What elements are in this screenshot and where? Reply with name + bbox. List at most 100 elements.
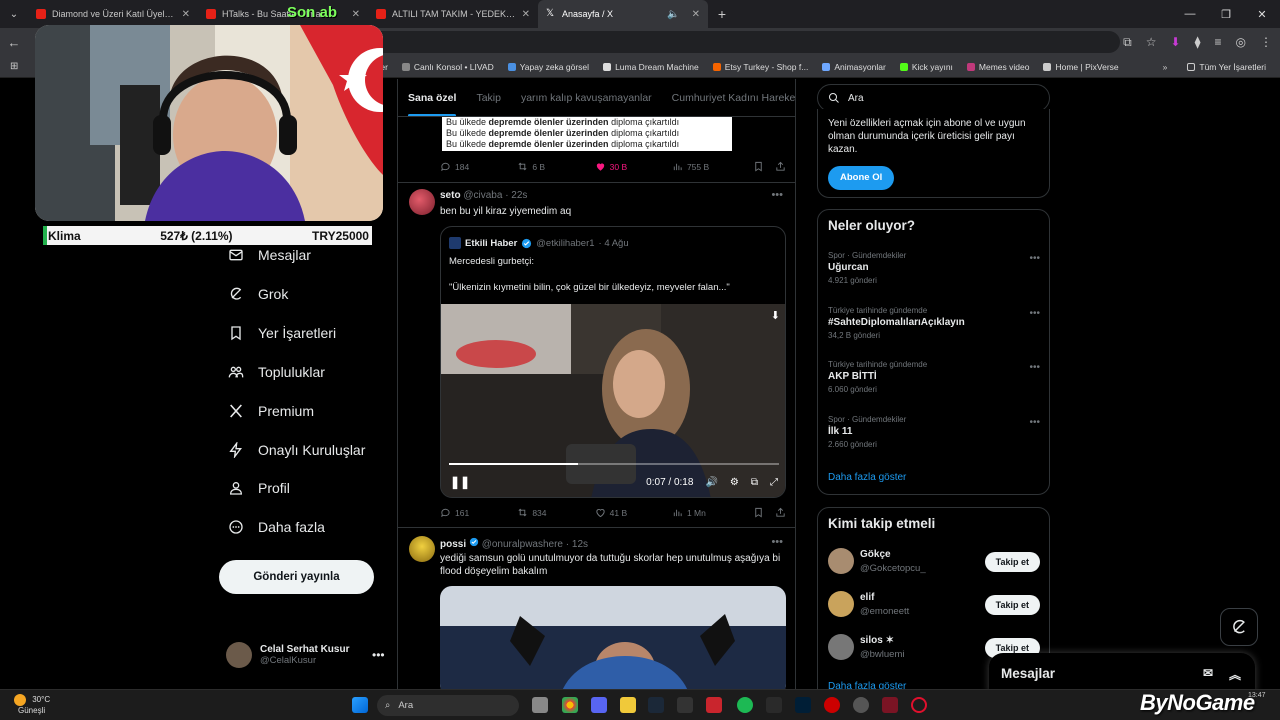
- more-dots-icon[interactable]: •••: [1029, 253, 1040, 264]
- subscribe-button[interactable]: Abone Ol: [828, 166, 895, 190]
- app-icon[interactable]: [706, 697, 722, 713]
- share-button[interactable]: [775, 161, 786, 172]
- sidebar-item-premium[interactable]: Premium: [228, 399, 314, 423]
- photoshop-icon[interactable]: [795, 697, 811, 713]
- spotify-icon[interactable]: [737, 697, 753, 713]
- tab-for-you[interactable]: Sana özel: [408, 92, 457, 116]
- post-time[interactable]: · 22s: [505, 190, 527, 201]
- app-icon[interactable]: [853, 697, 869, 713]
- tab-list-1[interactable]: yarım kalıp kavuşamayanlar: [521, 92, 652, 104]
- like-button[interactable]: 30 B: [595, 161, 672, 172]
- more-dots-icon[interactable]: •••: [1029, 362, 1040, 373]
- app-icon[interactable]: [677, 697, 693, 713]
- repost-button[interactable]: 6 B: [517, 161, 594, 172]
- author-name[interactable]: possi: [440, 539, 466, 550]
- grok-fab-button[interactable]: [1220, 608, 1258, 646]
- bookmark-item[interactable]: Canlı Konsol • LIVAD: [401, 62, 494, 72]
- close-tab-icon[interactable]: ✕: [692, 9, 700, 20]
- browser-tab-1[interactable]: Diamond ve Üzeri Katıl Üyelerine ✕: [28, 0, 198, 28]
- close-tab-icon[interactable]: ✕: [182, 9, 190, 20]
- chrome-icon[interactable]: [562, 697, 578, 713]
- search-input[interactable]: Ara: [817, 84, 1050, 112]
- all-bookmarks-folder[interactable]: Tüm Yer İşaretleri: [1187, 62, 1266, 72]
- follow-suggestion[interactable]: elif @emoneett Takip et: [828, 591, 1040, 619]
- video-player[interactable]: ⬇ ❚❚ 0:07 / 0:18 🔊 ⚙ ⧉ ⤢: [441, 304, 785, 497]
- menu-kebab-icon[interactable]: ⋮: [1260, 35, 1272, 49]
- mute-tab-icon[interactable]: 🔈: [667, 9, 679, 20]
- start-windows-icon[interactable]: [352, 697, 368, 713]
- taskbar-search-input[interactable]: ⌕ Ara: [377, 695, 519, 716]
- bookmark-item[interactable]: Memes video: [966, 62, 1029, 72]
- minimize-icon[interactable]: —: [1172, 0, 1208, 28]
- sidebar-item-grok[interactable]: Grok: [228, 282, 288, 306]
- app-icon[interactable]: [882, 697, 898, 713]
- extension-icon[interactable]: ⬇: [1171, 35, 1181, 49]
- account-switcher[interactable]: Celal Serhat Kusur @CelalKusur •••: [226, 642, 385, 668]
- steam-icon[interactable]: [648, 697, 664, 713]
- trend-item[interactable]: Türkiye tarihinde gündemde #SahteDiploma…: [828, 306, 1040, 340]
- more-dots-icon[interactable]: •••: [771, 536, 783, 548]
- fullscreen-icon[interactable]: ⤢: [770, 477, 778, 488]
- pip-icon[interactable]: ⧉: [751, 477, 758, 488]
- close-tab-icon[interactable]: ✕: [352, 9, 360, 20]
- maximize-icon[interactable]: ❐: [1208, 0, 1244, 28]
- new-message-icon[interactable]: ✉: [1203, 666, 1213, 680]
- pause-icon[interactable]: ❚❚: [450, 475, 470, 489]
- avatar[interactable]: [409, 536, 435, 562]
- settings-gear-icon[interactable]: ⚙: [730, 477, 739, 488]
- reply-button[interactable]: 184: [440, 161, 517, 172]
- views-button[interactable]: 755 B: [672, 161, 753, 172]
- new-tab-icon[interactable]: +: [708, 6, 736, 22]
- puzzle-icon[interactable]: ⧫: [1195, 35, 1201, 49]
- messages-drawer[interactable]: Mesajlar ✉ ︽: [989, 653, 1255, 689]
- sidebar-item-profile[interactable]: Profil: [228, 476, 290, 500]
- show-more-link[interactable]: Daha fazla göster: [828, 472, 906, 483]
- browser-tab-2[interactable]: HTalks - Bu Saatte Olmaz ✕: [198, 0, 368, 28]
- post-button[interactable]: Gönderi yayınla: [219, 560, 374, 594]
- author-handle[interactable]: @onuralpwashere: [482, 539, 563, 550]
- bookmark-item[interactable]: Home | PixVerse: [1043, 62, 1119, 72]
- trend-item[interactable]: Türkiye tarihinde gündemde AKP BİTTİ 6.0…: [828, 360, 1040, 394]
- more-dots-icon[interactable]: •••: [1029, 308, 1040, 319]
- sidebar-item-bookmarks[interactable]: Yer İşaretleri: [228, 321, 336, 345]
- bookmark-item[interactable]: Kick yayını: [899, 62, 953, 72]
- bookmark-item[interactable]: Yapay zeka görsel: [507, 62, 589, 72]
- sidebar-item-communities[interactable]: Topluluklar: [228, 360, 325, 384]
- task-view-icon[interactable]: [532, 697, 548, 713]
- chevron-up-icon[interactable]: ︽: [1229, 666, 1241, 683]
- more-dots-icon[interactable]: •••: [372, 648, 385, 662]
- discord-icon[interactable]: [591, 697, 607, 713]
- epic-games-icon[interactable]: [766, 697, 782, 713]
- bookmark-item[interactable]: Luma Dream Machine: [603, 62, 699, 72]
- bookmark-button[interactable]: [753, 507, 775, 518]
- browser-tab-4[interactable]: 𝕏 Anasayfa / X 🔈 ✕: [538, 0, 708, 28]
- share-button[interactable]: [775, 507, 786, 518]
- download-icon[interactable]: ⬇: [771, 309, 780, 322]
- app-icon[interactable]: [824, 697, 840, 713]
- browser-tab-3[interactable]: ALTILI TAM TAKIM - YEDEK ME ✕: [368, 0, 538, 28]
- follow-suggestion[interactable]: Gökçe @Gokcetopcu_ Takip et: [828, 548, 1040, 576]
- like-button[interactable]: 41 B: [595, 507, 672, 518]
- profile-icon[interactable]: ◎: [1236, 35, 1246, 49]
- weather-widget[interactable]: 30°C Güneşli: [14, 694, 50, 716]
- bookmark-item[interactable]: Animasyonlar: [822, 62, 886, 72]
- bookmark-item[interactable]: Etsy Turkey - Shop f...: [712, 62, 808, 72]
- quoted-post[interactable]: Etkili Haber @etkilihaber1 · 4 Ağu Merce…: [440, 226, 786, 498]
- show-more-link[interactable]: Daha fazla göster: [828, 681, 906, 689]
- sidebar-item-messages[interactable]: Mesajlar: [228, 243, 311, 267]
- follow-button[interactable]: Takip et: [984, 552, 1040, 572]
- more-dots-icon[interactable]: •••: [1029, 417, 1040, 428]
- trend-item[interactable]: Spor · Gündemdekiler İlk 11 2.660 gönder…: [828, 415, 1040, 449]
- install-icon[interactable]: ⧉: [1123, 35, 1132, 50]
- follow-button[interactable]: Takip et: [984, 595, 1040, 615]
- sidebar-item-more[interactable]: Daha fazla: [228, 515, 325, 539]
- close-tab-icon[interactable]: ✕: [522, 9, 530, 20]
- post-time[interactable]: · 12s: [566, 539, 588, 550]
- tab-following[interactable]: Takip: [476, 92, 501, 104]
- author-handle[interactable]: @civaba: [463, 190, 502, 201]
- back-icon[interactable]: ←: [0, 35, 28, 50]
- repost-button[interactable]: 834: [517, 507, 594, 518]
- sidebar-item-verified-orgs[interactable]: Onaylı Kuruluşlar: [228, 438, 365, 462]
- star-icon[interactable]: ☆: [1146, 35, 1157, 49]
- post-photo[interactable]: [440, 586, 786, 689]
